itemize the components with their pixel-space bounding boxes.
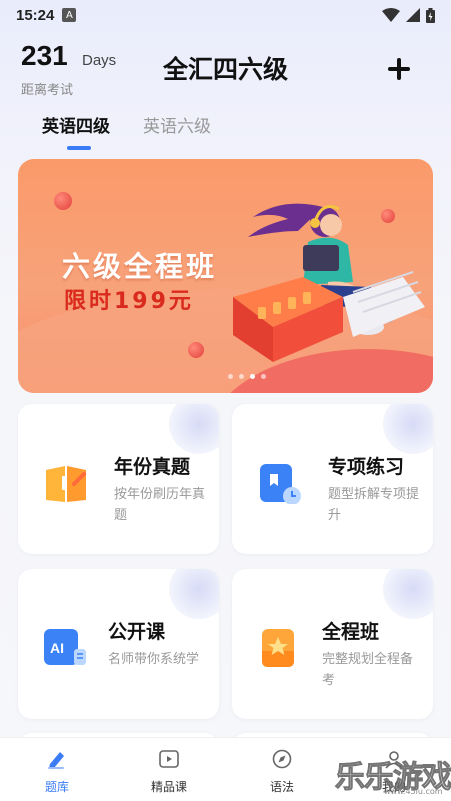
- signal-icon: [406, 8, 420, 22]
- banner-ball: [188, 342, 204, 358]
- header: 231 Days 距离考试 全汇四六级: [0, 34, 451, 104]
- ai-icon: AI: [44, 629, 86, 665]
- card-title: 全程班: [322, 621, 380, 643]
- compass-icon: [272, 749, 292, 769]
- add-button[interactable]: [384, 54, 414, 84]
- banner-pagination: [18, 374, 433, 379]
- nav-premium-courses[interactable]: 精品课: [124, 748, 214, 795]
- card-desc: 按年份刷历年真题: [114, 487, 206, 523]
- card-title: 年份真题: [114, 456, 191, 478]
- tab-cet4[interactable]: 英语四级: [42, 112, 110, 137]
- banner-title: 六级全程班: [62, 250, 218, 283]
- watermark-url: www.45lu.com: [384, 787, 443, 796]
- banner-price: 限时199元: [64, 289, 194, 314]
- card-past-papers[interactable]: 年份真题 按年份刷历年真题: [18, 404, 219, 554]
- status-time: 15:24: [16, 6, 55, 24]
- card-full-course[interactable]: 全程班 完整规划全程备考: [232, 569, 433, 719]
- page-dot: [227, 374, 233, 379]
- tab-indicator: [67, 146, 91, 150]
- exam-tabs: 英语四级 英语六级: [0, 112, 451, 152]
- card-desc: 完整规划全程备考: [322, 652, 414, 688]
- page-dot: [260, 374, 266, 379]
- reading-girl-illustration: [233, 203, 425, 362]
- page-dot: [238, 374, 244, 379]
- play-icon: [159, 750, 179, 768]
- card-title: 专项练习: [328, 456, 405, 478]
- status-bar: 15:24 A: [0, 0, 451, 30]
- pen-icon: [48, 752, 64, 769]
- card-topic-practice[interactable]: 专项练习 题型拆解专项提升: [232, 404, 433, 554]
- promo-banner[interactable]: 六级全程班 限时199元: [18, 159, 433, 393]
- notification-a-icon: A: [62, 8, 77, 22]
- nav-grammar[interactable]: 语法: [237, 748, 327, 795]
- banner-ball: [54, 192, 72, 210]
- battery-icon: [426, 7, 435, 23]
- svg-text:AI: AI: [50, 640, 64, 656]
- card-title: 公开课: [108, 621, 166, 643]
- star-box-icon: [262, 629, 294, 667]
- status-icons: [382, 7, 435, 23]
- card-open-class[interactable]: AI 公开课 名师带你系统学: [18, 569, 219, 719]
- bookmark-clock-icon: [260, 464, 301, 504]
- card-desc: 题型拆解专项提升: [328, 487, 420, 523]
- tab-cet6[interactable]: 英语六级: [143, 112, 211, 137]
- wifi-icon: [382, 8, 400, 22]
- nav-question-bank[interactable]: 题库: [12, 748, 102, 795]
- book-icon: [46, 466, 86, 502]
- card-desc: 名师带你系统学: [108, 652, 200, 667]
- page-dot-active: [249, 374, 255, 379]
